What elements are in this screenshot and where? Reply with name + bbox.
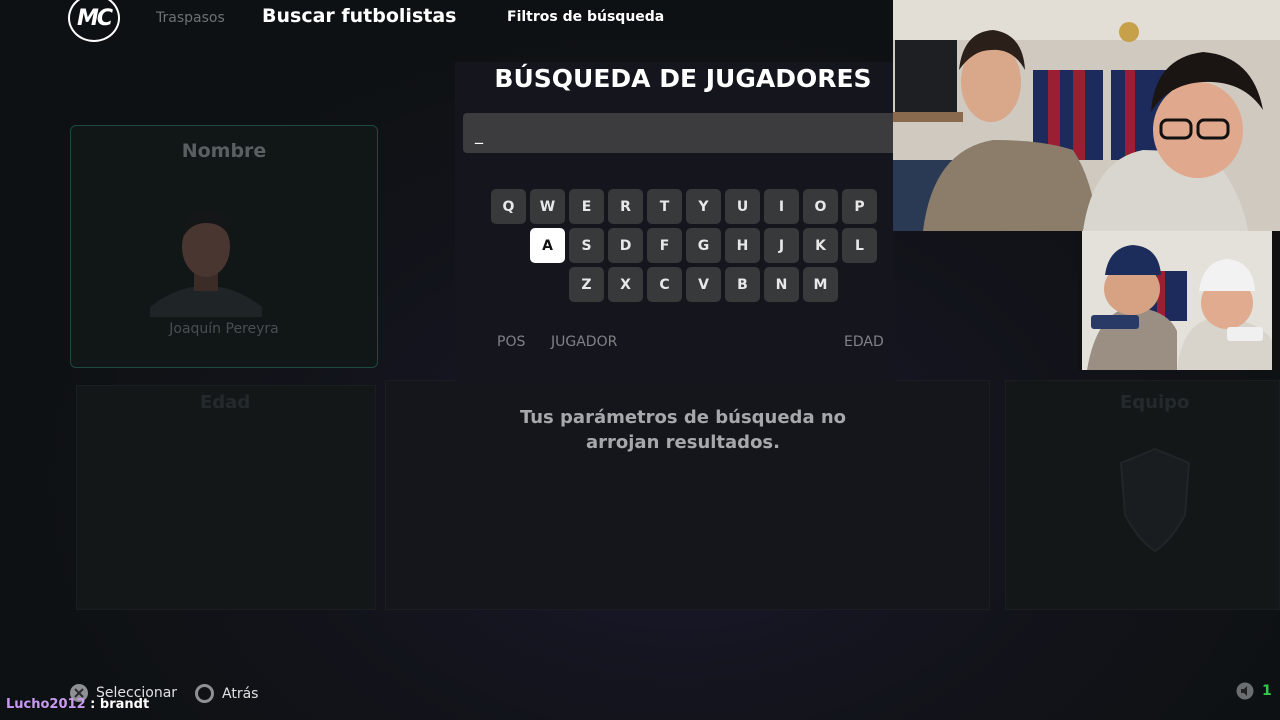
no-results-message: Tus parámetros de búsqueda no arrojan re… — [519, 407, 847, 453]
key-i[interactable]: I — [764, 189, 799, 224]
key-g[interactable]: G — [686, 228, 721, 263]
speaker-icon — [1236, 682, 1254, 700]
modal-title: BÚSQUEDA DE JUGADORES — [494, 64, 872, 93]
key-u[interactable]: U — [725, 189, 760, 224]
chat-message: Lucho2012 : brandt — [6, 697, 149, 712]
back-label: Atrás — [222, 685, 259, 702]
chat-separator: : — [85, 697, 100, 712]
key-z[interactable]: Z — [569, 267, 604, 302]
nav-buscar-futbolistas[interactable]: Buscar futbolistas — [262, 5, 456, 27]
key-c[interactable]: C — [647, 267, 682, 302]
key-x[interactable]: X — [608, 267, 643, 302]
col-jugador[interactable]: JUGADOR — [551, 334, 617, 350]
key-a[interactable]: A — [530, 228, 565, 263]
key-m[interactable]: M — [803, 267, 838, 302]
equipo-label: Equipo — [1120, 392, 1190, 413]
key-r[interactable]: R — [608, 189, 643, 224]
col-edad[interactable]: EDAD — [844, 334, 884, 350]
key-k[interactable]: K — [803, 228, 838, 263]
key-o[interactable]: O — [803, 189, 838, 224]
logo-text: MC — [76, 5, 113, 31]
webcam-secondary-feed — [1077, 231, 1280, 370]
nav-filtros-busqueda[interactable]: Filtros de búsqueda — [507, 9, 664, 25]
edad-panel — [76, 385, 376, 610]
key-e[interactable]: E — [569, 189, 604, 224]
mc-logo: MC — [68, 0, 120, 42]
col-pos[interactable]: POS — [497, 334, 525, 350]
key-n[interactable]: N — [764, 267, 799, 302]
nombre-card-title: Nombre — [181, 140, 267, 162]
key-b[interactable]: B — [725, 267, 760, 302]
back-hint[interactable]: Atrás — [195, 684, 258, 703]
key-s[interactable]: S — [569, 228, 604, 263]
key-f[interactable]: F — [647, 228, 682, 263]
key-v[interactable]: V — [686, 267, 721, 302]
player-name: Joaquín Pereyra — [169, 321, 279, 337]
key-l[interactable]: L — [842, 228, 877, 263]
key-t[interactable]: T — [647, 189, 682, 224]
webcam-main — [893, 0, 1280, 231]
key-j[interactable]: J — [764, 228, 799, 263]
corner-indicator: 1 — [1236, 682, 1272, 700]
key-d[interactable]: D — [608, 228, 643, 263]
circle-button-icon — [195, 684, 214, 703]
key-w[interactable]: W — [530, 189, 565, 224]
game-screen: MC Traspasos Buscar futbolistas Filtros … — [0, 0, 1280, 720]
chat-text: brandt — [99, 697, 150, 712]
key-p[interactable]: P — [842, 189, 877, 224]
edad-label: Edad — [200, 392, 251, 413]
key-q[interactable]: Q — [491, 189, 526, 224]
team-crest-icon — [1119, 447, 1191, 553]
nav-traspasos[interactable]: Traspasos — [156, 10, 225, 26]
corner-count: 1 — [1262, 683, 1272, 699]
key-y[interactable]: Y — [686, 189, 721, 224]
chat-username: Lucho2012 — [6, 697, 86, 712]
webcam-secondary — [1077, 231, 1280, 370]
player-portrait — [150, 209, 262, 317]
player-search-input[interactable]: _ — [463, 113, 903, 153]
webcam-main-feed — [893, 0, 1280, 231]
key-h[interactable]: H — [725, 228, 760, 263]
